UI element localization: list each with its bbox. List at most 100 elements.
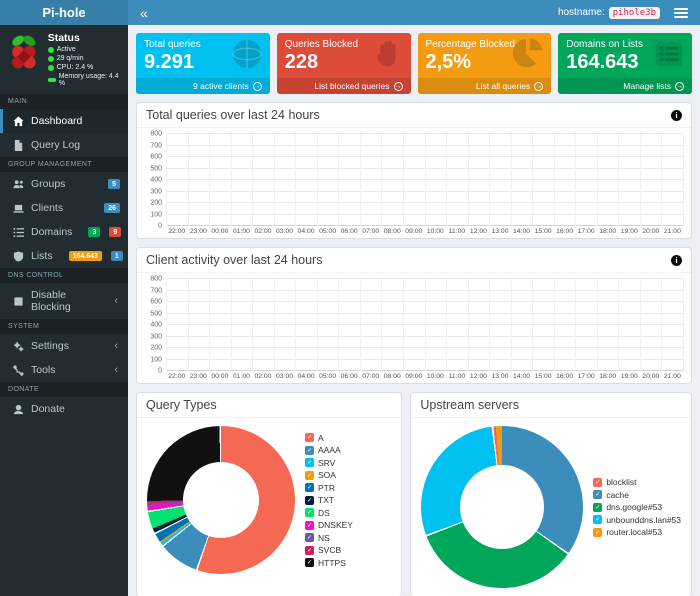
globe-icon [230, 37, 264, 76]
legend-label: DS [318, 508, 330, 518]
legend-item[interactable]: ✓DS [305, 508, 353, 518]
y-tick-label: 200 [150, 200, 162, 207]
sidebar-item-label: Settings [31, 340, 69, 352]
status-panel: Status Active 29 q/min CPU: 2.4 % Memory… [0, 25, 128, 94]
sidebar-item-clients[interactable]: Clients 26 [0, 196, 128, 220]
sidebar-item-groups[interactable]: Groups 5 [0, 172, 128, 196]
hostname-label: hostname: [558, 7, 605, 18]
sidebar-item-tools[interactable]: Tools ‹ [0, 358, 128, 382]
x-tick-label: 04:00 [295, 373, 317, 380]
card-footer-label: List all queries [476, 81, 530, 91]
sidebar-collapse-button[interactable]: « [128, 5, 160, 21]
legend-label: NS [318, 533, 330, 543]
list-icon [13, 227, 24, 238]
list-blocked-queries-link[interactable]: List blocked queries → [277, 78, 411, 94]
info-icon[interactable]: i [671, 110, 682, 121]
sidebar-item-label: Disable Blocking [31, 289, 100, 313]
active-clients-link[interactable]: 9 active clients → [136, 78, 270, 94]
wrench-icon [13, 365, 24, 376]
legend-label: SRV [318, 458, 335, 468]
x-tick-label: 19:00 [618, 228, 640, 235]
status-memory: Memory usage: 4.4 % [59, 73, 122, 87]
legend-checkbox-icon: ✓ [305, 521, 314, 530]
legend-item[interactable]: ✓SOA [305, 470, 353, 480]
sidebar-item-query-log[interactable]: Query Log [0, 133, 128, 157]
hostname-badge: pihole3b [609, 7, 660, 19]
sidebar-item-domains[interactable]: Domains 3 9 [0, 220, 128, 244]
x-tick-label: 11:00 [446, 228, 468, 235]
sidebar-item-disable-blocking[interactable]: Disable Blocking ‹ [0, 283, 128, 319]
legend-checkbox-icon: ✓ [593, 528, 602, 537]
legend-item[interactable]: ✓PTR [305, 483, 353, 493]
sidebar-item-label: Dashboard [31, 115, 82, 127]
panel-title: Client activity over last 24 hours [146, 253, 322, 267]
sidebar-item-dashboard[interactable]: Dashboard [0, 109, 128, 133]
legend-item[interactable]: ✓SRV [305, 458, 353, 468]
x-tick-label: 12:00 [468, 373, 490, 380]
upstream-servers-chart: ✓blocklist✓cache✓dns.google#53✓unbounddn… [411, 418, 691, 596]
top-navbar: Pi-hole « hostname: pihole3b [0, 0, 700, 25]
legend-item[interactable]: ✓AAAA [305, 445, 353, 455]
sidebar-item-label: Donate [31, 403, 65, 415]
legend-item[interactable]: ✓DNSKEY [305, 520, 353, 530]
x-tick-label: 09:00 [403, 228, 425, 235]
legend-label: unbounddns.lan#53 [606, 515, 681, 525]
domains-denied-badge: 9 [109, 227, 121, 237]
hamburger-menu-icon[interactable] [674, 8, 688, 18]
status-cpu: CPU: 2.4 % [57, 64, 94, 71]
gears-icon [13, 341, 24, 352]
query-types-chart: ✓A✓AAAA✓SRV✓SOA✓PTR✓TXT✓DS✓DNSKEY✓NS✓SVC… [137, 418, 401, 582]
legend-item[interactable]: ✓blocklist [593, 477, 681, 487]
sidebar-item-label: Query Log [31, 139, 80, 151]
card-footer-label: List blocked queries [314, 81, 389, 91]
y-tick-label: 400 [150, 177, 162, 184]
x-tick-label: 23:00 [188, 373, 210, 380]
x-tick-label: 20:00 [640, 373, 662, 380]
section-header-group-management: GROUP MANAGEMENT [0, 157, 128, 172]
legend-item[interactable]: ✓HTTPS [305, 558, 353, 568]
sidebar-item-donate[interactable]: Donate [0, 397, 128, 421]
legend-checkbox-icon: ✓ [305, 483, 314, 492]
legend-checkbox-icon: ✓ [593, 503, 602, 512]
donate-icon [13, 404, 24, 415]
pie-chart-icon [511, 37, 545, 76]
upstream-servers-panel: Upstream servers ✓blocklist✓cache✓dns.go… [410, 392, 692, 596]
home-icon [13, 116, 24, 127]
status-qpm: 29 q/min [57, 55, 84, 62]
x-tick-label: 13:00 [489, 228, 511, 235]
donut-chart [147, 426, 295, 574]
x-tick-label: 18:00 [597, 228, 619, 235]
domains-allowed-badge: 3 [88, 227, 100, 237]
status-title: Status [48, 32, 122, 44]
legend-item[interactable]: ✓cache [593, 490, 681, 500]
y-tick-label: 500 [150, 310, 162, 317]
percentage-blocked-card: Percentage Blocked 2,5% List all queries… [418, 33, 552, 94]
client-activity-panel: Client activity over last 24 hours i 010… [136, 247, 692, 384]
manage-lists-link[interactable]: Manage lists → [558, 78, 692, 94]
sidebar-item-label: Tools [31, 364, 56, 376]
legend-item[interactable]: ✓ SVCB [305, 545, 353, 555]
x-tick-label: 07:00 [360, 228, 382, 235]
legend-label: SVCB [318, 545, 341, 555]
x-tick-label: 13:00 [489, 373, 511, 380]
legend-item[interactable]: ✓NS [305, 533, 353, 543]
legend-item[interactable]: ✓unbounddns.lan#53 [593, 515, 681, 525]
legend-item[interactable]: ✓A [305, 433, 353, 443]
info-icon[interactable]: i [671, 255, 682, 266]
x-tick-label: 16:00 [554, 228, 576, 235]
legend-item[interactable]: ✓dns.google#53 [593, 502, 681, 512]
sidebar-item-lists[interactable]: Lists 164.643 1 [0, 244, 128, 268]
chevron-left-icon: ‹ [114, 364, 118, 376]
legend-checkbox-icon: ✓ [305, 546, 314, 555]
section-header-system: SYSTEM [0, 319, 128, 334]
list-all-queries-link[interactable]: List all queries → [418, 78, 552, 94]
main-content: Total queries 9.291 9 active clients → Q… [128, 25, 700, 596]
sidebar-item-settings[interactable]: Settings ‹ [0, 334, 128, 358]
x-tick-label: 04:00 [295, 228, 317, 235]
x-tick-label: 01:00 [231, 228, 253, 235]
legend-item[interactable]: ✓router.local#53 [593, 527, 681, 537]
legend-item[interactable]: ✓TXT [305, 495, 353, 505]
x-tick-label: 11:00 [446, 373, 468, 380]
x-tick-label: 14:00 [511, 373, 533, 380]
app-logo[interactable]: Pi-hole [0, 0, 128, 25]
